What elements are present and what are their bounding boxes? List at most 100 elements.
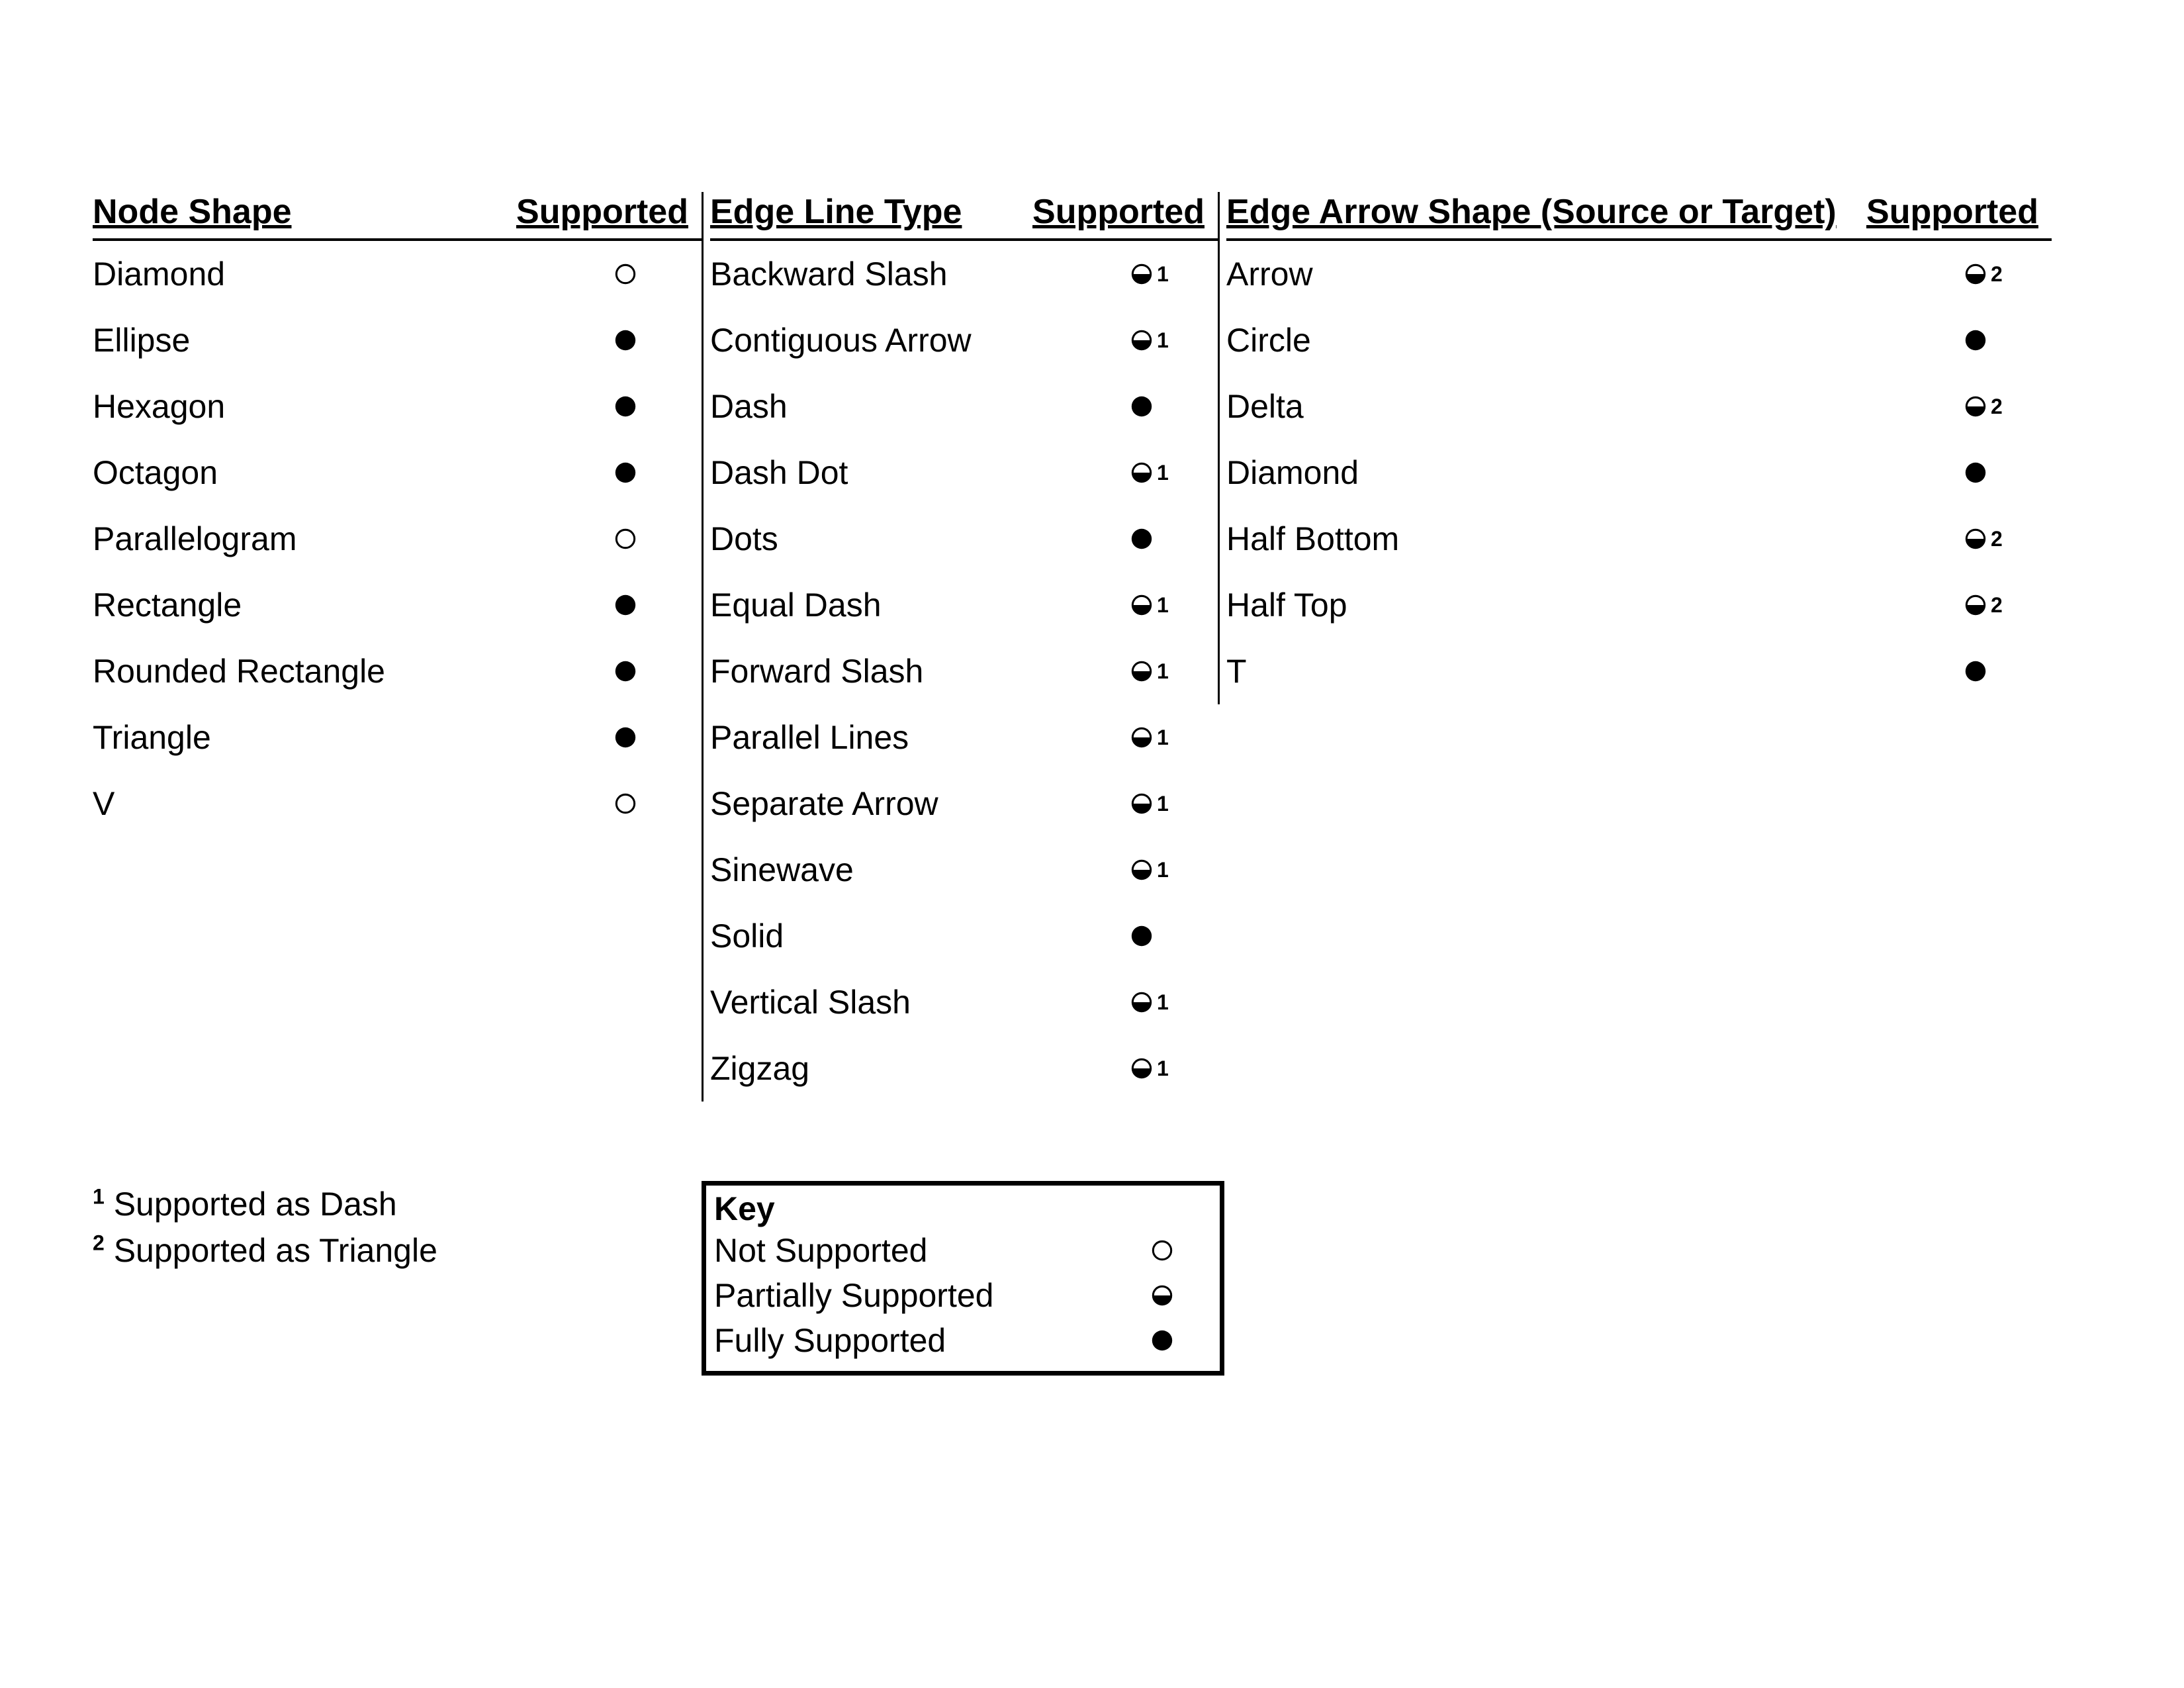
columns: Node Shape Supported DiamondEllipseHexag… — [93, 192, 2091, 1102]
support-status-icon — [1926, 460, 2052, 485]
support-status-icon — [576, 659, 702, 684]
row-name: Equal Dash — [710, 586, 1092, 624]
row-name: Parallelogram — [93, 520, 576, 558]
row-name: Forward Slash — [710, 652, 1092, 690]
row-name: Zigzag — [710, 1049, 1092, 1088]
support-status-icon: 2 — [1926, 592, 2052, 618]
key-label: Not Supported — [714, 1232, 1113, 1269]
table-row: Contiguous Arrow1 — [710, 307, 1218, 373]
header-supported: Supported — [1866, 192, 2052, 232]
support-status-icon: 1 — [1092, 857, 1218, 882]
support-status-icon — [576, 592, 702, 618]
table-row: V — [93, 771, 702, 837]
row-name: Sinewave — [710, 851, 1092, 889]
row-name: Solid — [710, 917, 1092, 955]
support-status-icon — [576, 261, 702, 287]
support-status-icon: 1 — [1092, 592, 1218, 618]
footnote-marker: 1 — [93, 1184, 105, 1208]
table-row: Delta2 — [1226, 373, 2052, 440]
support-status-icon — [1113, 1283, 1212, 1308]
row-name: T — [1226, 652, 1926, 690]
support-status-icon — [1113, 1238, 1212, 1263]
row-name: Octagon — [93, 453, 576, 492]
support-status-icon: 2 — [1926, 526, 2052, 551]
support-status-icon — [576, 328, 702, 353]
table-row: Ellipse — [93, 307, 702, 373]
table-row: Dash — [710, 373, 1218, 440]
table-row: Vertical Slash1 — [710, 969, 1218, 1035]
footnote: 1 Supported as Dash — [93, 1181, 702, 1227]
table-row: Parallel Lines1 — [710, 704, 1218, 771]
table-row: Triangle — [93, 704, 702, 771]
table-row: Zigzag1 — [710, 1035, 1218, 1102]
column-header: Edge Arrow Shape (Source or Target) Supp… — [1226, 192, 2052, 241]
row-name: Arrow — [1226, 255, 1926, 293]
table-row: Backward Slash1 — [710, 241, 1218, 307]
table-row: Octagon — [93, 440, 702, 506]
key-label: Fully Supported — [714, 1322, 1113, 1359]
support-status-icon — [576, 394, 702, 419]
below-section: 1 Supported as Dash2 Supported as Triang… — [93, 1181, 2091, 1376]
table-row: Hexagon — [93, 373, 702, 440]
header-label: Edge Arrow Shape (Source or Target) — [1226, 192, 1866, 232]
header-supported: Supported — [1032, 192, 1218, 232]
row-name: Half Top — [1226, 586, 1926, 624]
table-row: Rounded Rectangle — [93, 638, 702, 704]
table-row: Forward Slash1 — [710, 638, 1218, 704]
header-label: Edge Line Type — [710, 192, 1032, 232]
row-name: Parallel Lines — [710, 718, 1092, 757]
support-status-icon: 1 — [1092, 328, 1218, 353]
column-body: Backward Slash1Contiguous Arrow1 Dash Dash… — [710, 241, 1218, 1102]
support-matrix-page: Node Shape Supported DiamondEllipseHexag… — [0, 0, 2184, 1688]
table-row: Solid — [710, 903, 1218, 969]
key-title: Key — [714, 1190, 1212, 1228]
row-name: Vertical Slash — [710, 983, 1092, 1021]
column-body: Diamond Ellipse Hexagon Octagon Parallelogra… — [93, 241, 702, 837]
table-row: Circle — [1226, 307, 2052, 373]
support-status-icon — [576, 791, 702, 816]
support-status-icon: 1 — [1092, 659, 1218, 684]
table-row: T — [1226, 638, 2052, 704]
row-name: Diamond — [93, 255, 576, 293]
column-node-shape: Node Shape Supported DiamondEllipseHexag… — [93, 192, 702, 837]
table-row: Rectangle — [93, 572, 702, 638]
header-supported: Supported — [516, 192, 702, 232]
table-row: Sinewave1 — [710, 837, 1218, 903]
support-status-icon: 1 — [1092, 460, 1218, 485]
key-row: Partially Supported — [714, 1273, 1212, 1318]
row-name: Hexagon — [93, 387, 576, 426]
footnote-marker: 2 — [93, 1231, 105, 1254]
table-row: Diamond — [93, 241, 702, 307]
support-status-icon — [576, 460, 702, 485]
column-body: Arrow2CircleDelta2DiamondHalf Bottom2Hal… — [1226, 241, 2052, 704]
row-name: Dash — [710, 387, 1092, 426]
row-name: Triangle — [93, 718, 576, 757]
row-name: Ellipse — [93, 321, 576, 359]
support-status-icon — [1926, 328, 2052, 353]
key-box: Key Not Supported Partially Supported Full… — [702, 1181, 1224, 1376]
support-status-icon: 1 — [1092, 791, 1218, 816]
row-name: Rounded Rectangle — [93, 652, 576, 690]
row-name: Separate Arrow — [710, 784, 1092, 823]
table-row: Diamond — [1226, 440, 2052, 506]
column-edge-line-type: Edge Line Type Supported Backward Slash1… — [702, 192, 1218, 1102]
support-status-icon: 1 — [1092, 1056, 1218, 1081]
key-row: Fully Supported — [714, 1318, 1212, 1363]
support-status-icon — [1113, 1328, 1212, 1353]
support-status-icon — [1092, 923, 1218, 949]
row-name: Circle — [1226, 321, 1926, 359]
support-status-icon: 1 — [1092, 261, 1218, 287]
row-name: Half Bottom — [1226, 520, 1926, 558]
support-status-icon — [1926, 659, 2052, 684]
row-name: Diamond — [1226, 453, 1926, 492]
table-row: Half Top2 — [1226, 572, 2052, 638]
support-status-icon: 2 — [1926, 261, 2052, 287]
row-name: Rectangle — [93, 586, 576, 624]
key-label: Partially Supported — [714, 1277, 1113, 1314]
column-edge-arrow-shape: Edge Arrow Shape (Source or Target) Supp… — [1218, 192, 2052, 704]
row-name: Dash Dot — [710, 453, 1092, 492]
key-items: Not Supported Partially Supported Fully Su… — [714, 1228, 1212, 1363]
row-name: V — [93, 784, 576, 823]
support-status-icon: 2 — [1926, 394, 2052, 419]
table-row: Arrow2 — [1226, 241, 2052, 307]
